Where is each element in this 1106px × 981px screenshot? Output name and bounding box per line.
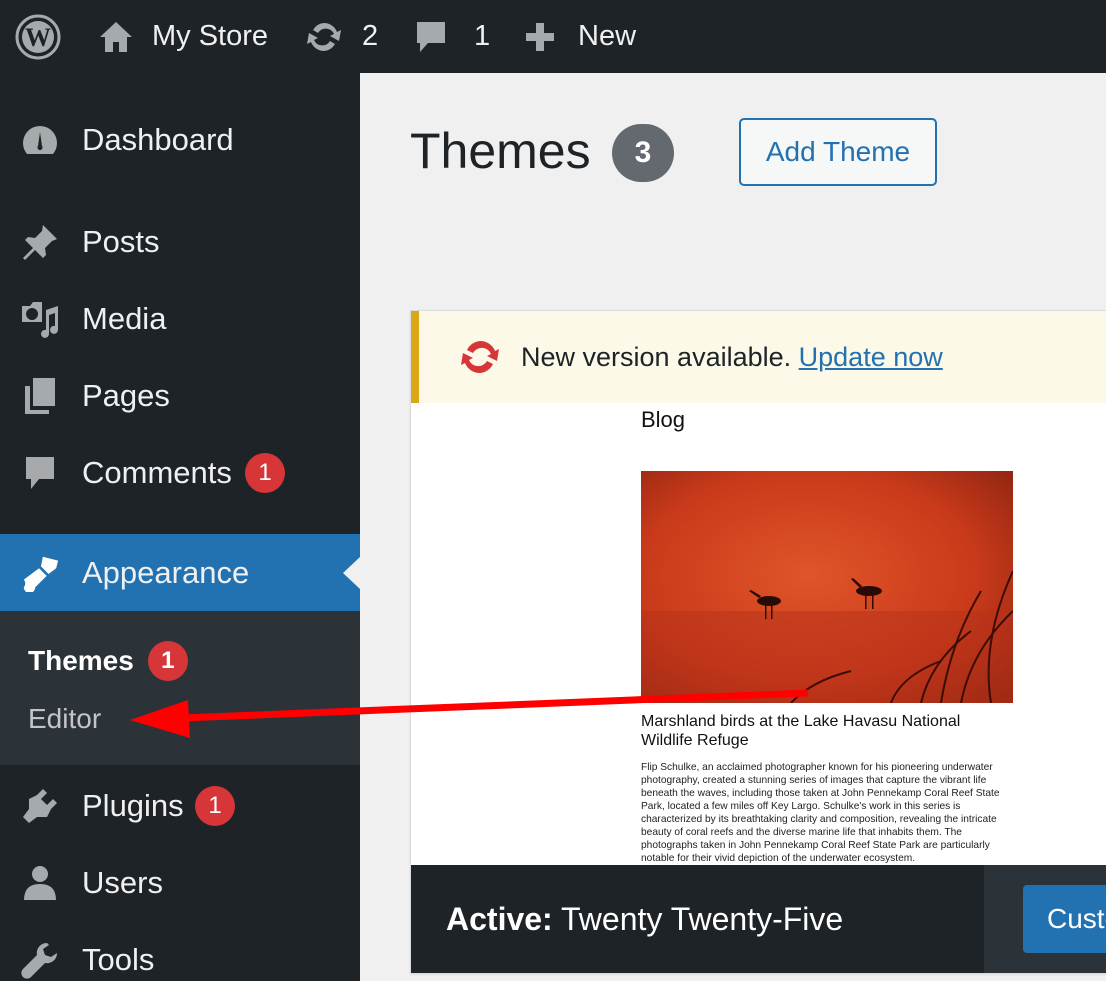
admin-sidebar: Dashboard Posts Media Pages Comments 1 A… xyxy=(0,73,360,981)
updates-link[interactable]: 2 xyxy=(304,0,378,73)
sidebar-item-label: Pages xyxy=(82,377,170,413)
active-theme-label: Active: Twenty Twenty-Five xyxy=(446,901,843,938)
update-notice-text: New version available. xyxy=(521,341,792,372)
admin-bar: W My Store 2 1 New xyxy=(0,0,1106,73)
refresh-icon xyxy=(307,22,341,51)
sidebar-item-label: Media xyxy=(82,300,167,336)
sidebar-item-media[interactable]: Media xyxy=(0,280,360,357)
sidebar-item-tools[interactable]: Tools xyxy=(0,921,360,981)
sidebar-item-label: Plugins xyxy=(82,787,184,823)
plugins-badge: 1 xyxy=(195,785,235,826)
new-label: New xyxy=(578,20,637,52)
updates-count: 2 xyxy=(362,20,379,52)
wrench-icon xyxy=(20,940,60,980)
user-icon xyxy=(20,863,60,903)
sidebar-item-appearance[interactable]: Appearance xyxy=(0,534,360,611)
update-icon xyxy=(459,337,501,382)
submenu-item-label: Themes xyxy=(28,645,134,676)
marshland-birds-photo xyxy=(641,471,1013,703)
plus-icon xyxy=(526,22,554,51)
comments-count: 1 xyxy=(474,20,491,52)
active-theme-card[interactable]: New version available. Update now Blog M… xyxy=(410,310,1106,974)
submenu-item-themes[interactable]: Themes 1 xyxy=(28,641,188,681)
update-notice: New version available. Update now xyxy=(411,311,1106,403)
page-title: Themes xyxy=(410,123,591,179)
plug-icon xyxy=(20,786,60,826)
paintbrush-icon xyxy=(20,553,60,593)
sidebar-item-pages[interactable]: Pages xyxy=(0,357,360,434)
comments-badge: 1 xyxy=(245,452,285,493)
appearance-submenu: Themes 1 Editor xyxy=(0,611,360,765)
pages-icon xyxy=(20,376,60,416)
media-icon xyxy=(20,299,60,339)
active-prefix: Active: xyxy=(446,901,553,937)
sidebar-item-users[interactable]: Users xyxy=(0,844,360,921)
sidebar-item-label: Users xyxy=(82,864,163,900)
comment-icon xyxy=(20,453,60,493)
theme-actions: Customize xyxy=(984,865,1106,973)
customize-button[interactable]: Customize xyxy=(1023,885,1106,953)
home-icon xyxy=(100,21,132,52)
screenshot-caption: Marshland birds at the Lake Havasu Natio… xyxy=(641,713,961,749)
svg-text:W: W xyxy=(25,23,51,52)
theme-count-badge: 3 xyxy=(612,124,674,182)
dashboard-icon xyxy=(20,120,60,160)
site-name: My Store xyxy=(152,20,269,52)
theme-footer: Active: Twenty Twenty-Five Customize xyxy=(411,865,1106,973)
update-now-link[interactable]: Update now xyxy=(799,342,943,372)
theme-screenshot[interactable]: Blog Marshland birds at the Lake Havasu … xyxy=(411,403,1106,865)
sidebar-item-label: Posts xyxy=(82,223,160,259)
screenshot-heading: Blog xyxy=(641,407,686,432)
active-theme-name: Twenty Twenty-Five xyxy=(561,901,844,937)
sidebar-item-dashboard[interactable]: Dashboard xyxy=(0,101,360,178)
screenshot-body-text: Flip Schulke, an acclaimed photographer … xyxy=(641,762,1000,864)
sidebar-item-plugins[interactable]: Plugins 1 xyxy=(0,767,360,844)
pin-icon xyxy=(20,222,60,262)
sidebar-item-comments[interactable]: Comments 1 xyxy=(0,434,360,511)
comments-link[interactable]: 1 xyxy=(414,0,490,73)
sidebar-item-label: Appearance xyxy=(82,554,250,590)
site-name-link[interactable]: My Store xyxy=(98,0,268,73)
sidebar-item-label: Tools xyxy=(82,941,155,977)
add-theme-button[interactable]: Add Theme xyxy=(739,118,937,186)
sidebar-item-label: Comments xyxy=(82,454,232,490)
comment-icon xyxy=(417,21,445,52)
submenu-item-editor[interactable]: Editor xyxy=(28,703,101,735)
themes-badge: 1 xyxy=(147,641,188,681)
submenu-item-label: Editor xyxy=(28,703,102,734)
sidebar-item-label: Dashboard xyxy=(82,121,234,157)
sidebar-item-posts[interactable]: Posts xyxy=(0,203,360,280)
wordpress-logo-icon[interactable]: W xyxy=(14,0,62,73)
new-content-link[interactable]: New xyxy=(524,0,636,73)
